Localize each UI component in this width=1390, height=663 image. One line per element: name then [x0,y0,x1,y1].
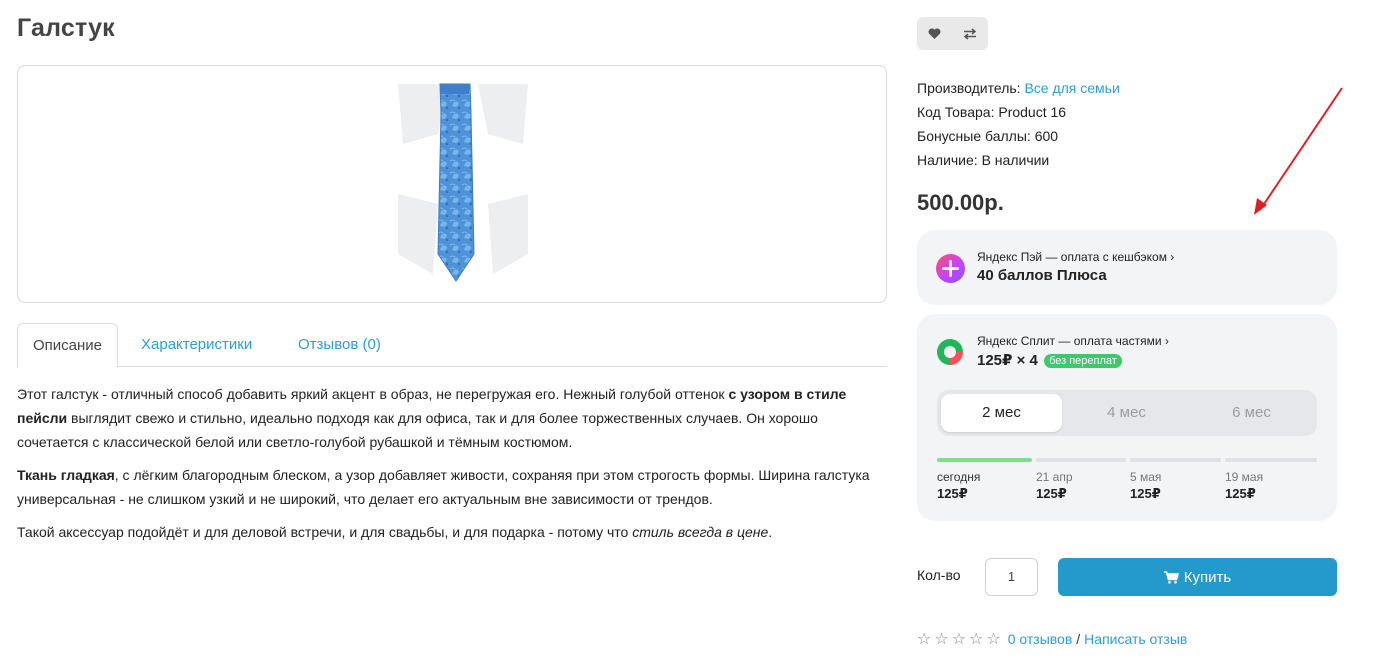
yandex-pay-logo-icon [936,254,965,283]
quantity-input[interactable]: 1 [985,558,1038,596]
tab-specifications[interactable]: Характеристики [141,323,252,367]
schedule-progress-bar [1036,458,1126,462]
bonus-value: 600 [1034,128,1059,144]
yandex-split-subtitle[interactable]: Яндекс Сплит — оплата частями › [977,334,1169,348]
manufacturer-row: Производитель: Все для семьи [917,76,1120,100]
schedule-item: сегодня 125₽ [937,458,1032,502]
yandex-split-logo-icon [937,339,963,365]
schedule-progress-bar [937,458,1032,462]
star-rating-icon: ☆☆☆☆☆ [917,631,1004,648]
description-text: Этот галстук - отличный способ добавить … [17,386,729,402]
split-period-selector: 2 мес 4 мес 6 мес [937,390,1317,436]
description-paragraph: Этот галстук - отличный способ добавить … [17,382,887,454]
schedule-progress-bar [1225,458,1317,462]
no-overpay-badge: без переплат [1044,354,1122,368]
code-value: Product 16 [998,104,1067,120]
rating-row: ☆☆☆☆☆ 0 отзывов / Написать отзыв [917,629,1187,649]
quantity-label: Кол-во [917,567,961,583]
code-label: Код Товара: [917,104,999,120]
annotation-arrow-icon [1254,87,1343,215]
yandex-pay-subtitle: Яндекс Пэй — оплата с кешбэком › [977,250,1175,264]
schedule-progress-bar [1130,458,1221,462]
product-description: Этот галстук - отличный способ добавить … [17,382,887,553]
yandex-split-installment: 125₽ × 4 без переплат [977,351,1122,369]
chevron-right-icon: › [1170,250,1175,264]
tab-reviews[interactable]: Отзывов (0) [298,323,381,367]
write-review-link[interactable]: Написать отзыв [1084,631,1187,647]
rating-separator: / [1076,631,1081,647]
page-title: Галстук [17,14,115,42]
description-text: выглядит свежо и стильно, идеально подхо… [17,410,818,450]
product-actions [917,17,988,50]
tie-image [398,83,528,282]
cart-icon [1163,570,1179,584]
stock-label: Наличие: [917,152,982,168]
chevron-right-icon: › [1164,334,1169,348]
description-paragraph: Такой аксессуар подойдёт и для деловой в… [17,520,887,544]
schedule-date: 19 мая [1225,470,1264,484]
product-tabs: Описание Характеристики Отзывов (0) [17,323,887,368]
product-price: 500.00р. [917,190,1004,215]
manufacturer-link[interactable]: Все для семьи [1024,80,1119,96]
wishlist-button[interactable] [917,17,952,50]
schedule-amount: 125₽ [1036,486,1067,501]
yandex-pay-widget[interactable]: Яндекс Пэй — оплата с кешбэком › 40 балл… [917,230,1337,305]
description-bold: Ткань гладкая [17,467,115,483]
schedule-amount: 125₽ [937,486,968,501]
compare-button[interactable] [952,17,987,50]
schedule-item: 5 мая 125₽ [1130,458,1221,502]
description-italic: стиль всегда в цене [632,524,769,540]
schedule-amount: 125₽ [1225,486,1256,501]
schedule-date: 5 мая [1130,470,1162,484]
period-option-2[interactable]: 2 мес [941,394,1062,432]
schedule-item: 19 мая 125₽ [1225,458,1317,502]
schedule-amount: 125₽ [1130,486,1161,501]
buy-button[interactable]: Купить [1058,558,1337,596]
description-text: Такой аксессуар подойдёт и для деловой в… [17,524,633,540]
product-info: Производитель: Все для семьи Код Товара:… [917,76,1120,172]
manufacturer-label: Производитель: [917,80,1025,96]
schedule-date: 21 апр [1036,470,1073,484]
bonus-label: Бонусные баллы: [917,128,1035,144]
period-option-6[interactable]: 6 мес [1191,394,1312,432]
schedule-date: сегодня [937,470,981,484]
compare-arrows-icon [963,27,976,40]
stock-value: В наличии [981,152,1050,168]
availability-row: Наличие: В наличии [917,148,1120,172]
tab-description[interactable]: Описание [17,323,119,368]
yandex-pay-cashback: 40 баллов Плюса [977,267,1107,284]
bonus-points-row: Бонусные баллы: 600 [917,124,1120,148]
buy-button-label: Купить [1183,568,1232,586]
period-option-4[interactable]: 4 мес [1066,394,1187,432]
yandex-split-widget: Яндекс Сплит — оплата частями › 125₽ × 4… [917,314,1337,521]
description-text: . [768,524,773,540]
product-image[interactable] [17,65,887,303]
reviews-link[interactable]: 0 отзывов [1008,631,1073,647]
schedule-item: 21 апр 125₽ [1036,458,1126,502]
heart-icon [928,27,941,39]
description-text: , с лёгким благородным блеском, а узор д… [17,467,870,507]
product-code-row: Код Товара: Product 16 [917,100,1120,124]
description-paragraph: Ткань гладкая, с лёгким благородным блес… [17,463,887,511]
